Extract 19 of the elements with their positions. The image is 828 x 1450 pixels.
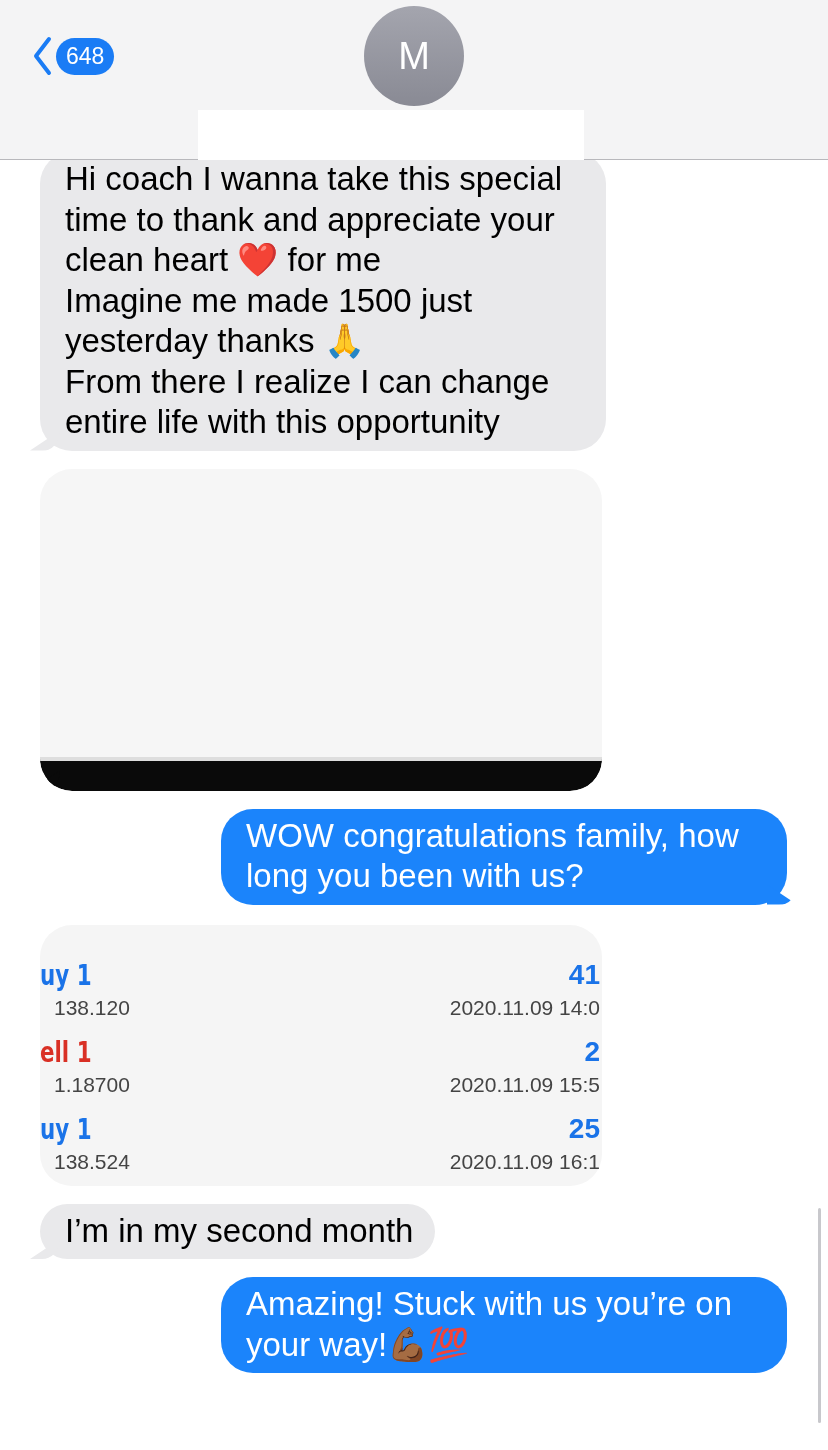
trade-type: ell 1: [40, 1035, 93, 1069]
contact-avatar[interactable]: M: [364, 6, 464, 106]
back-button[interactable]: 648: [32, 36, 115, 76]
trade-time: 2020.11.09 15:5: [449, 1072, 601, 1097]
back-icon: [32, 36, 52, 76]
screenshot-attachment[interactable]: [40, 468, 602, 791]
trade-time: 2020.11.09 16:1: [449, 1149, 601, 1174]
trade-price: 138.524: [53, 1149, 131, 1174]
trade-profit: 25: [567, 1112, 601, 1146]
trade-type: uy 1: [40, 958, 93, 992]
trade-profit: 2: [583, 1035, 601, 1069]
screenshot-attachment[interactable]: uy 1 41 138.120 2020.11.09 14:0 ell 1 2 1.18700 2020.11.09 15:5 uy 1 25 138.524 2020.11.09 16:1: [40, 924, 602, 1186]
message-bubble: Amazing! Stuck with us you’re on your way!💪🏾💯: [221, 1277, 787, 1373]
trade-price: 1.18700: [53, 1072, 131, 1097]
trade-type: uy 1: [40, 1112, 93, 1146]
trade-profit: 41: [567, 958, 601, 992]
trade-price: 138.120: [53, 995, 131, 1020]
unread-badge: 648: [56, 37, 115, 75]
trade-time: 2020.11.09 14:0: [449, 995, 601, 1020]
